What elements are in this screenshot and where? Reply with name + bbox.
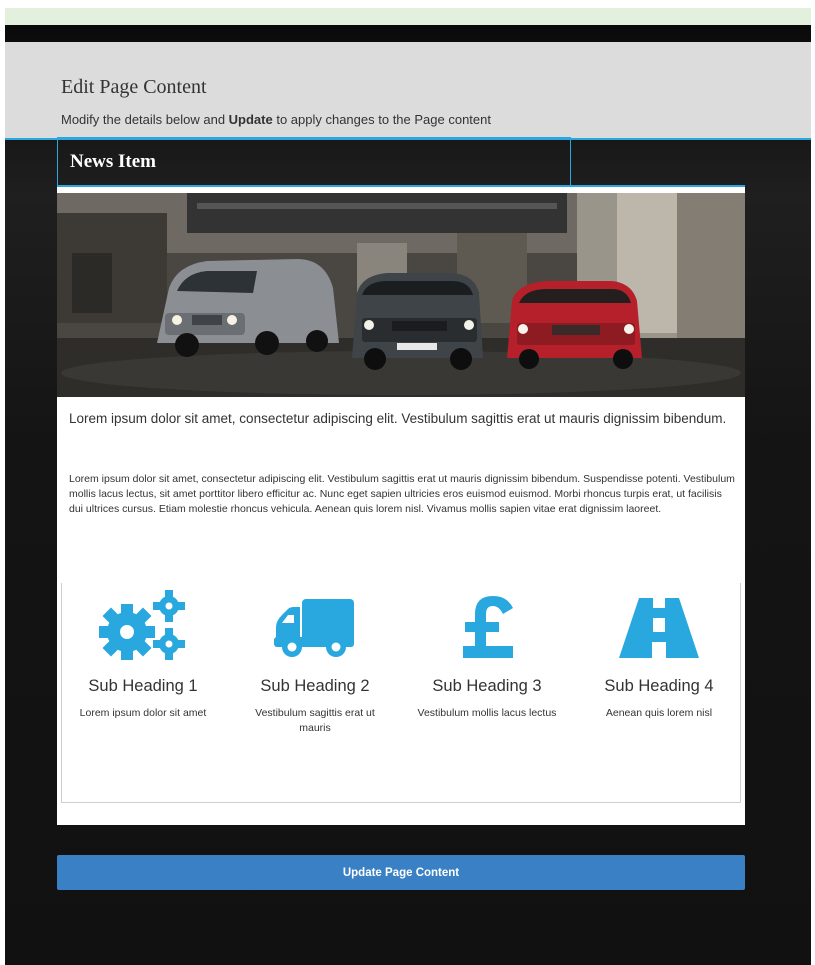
news-item-label: News Item (70, 151, 157, 172)
lead-paragraph: Lorem ipsum dolor sit amet, consectetur … (69, 411, 727, 426)
vans-photo (57, 193, 745, 397)
page-subtitle: Modify the details below and Update to a… (61, 112, 491, 127)
hero-image[interactable] (57, 193, 745, 397)
page-header: Edit Page Content Modify the details bel… (5, 42, 811, 140)
update-page-content-button[interactable]: Update Page Content (57, 855, 745, 890)
news-item-tab[interactable]: News Item (57, 137, 571, 187)
body-paragraph: Lorem ipsum dolor sit amet, consectetur … (69, 473, 735, 515)
page-title: Edit Page Content (61, 76, 207, 98)
content-preview-card[interactable]: Lorem ipsum dolor sit amet, consectetur … (57, 185, 745, 825)
top-notification-strip (5, 8, 811, 25)
content-border (61, 583, 741, 803)
